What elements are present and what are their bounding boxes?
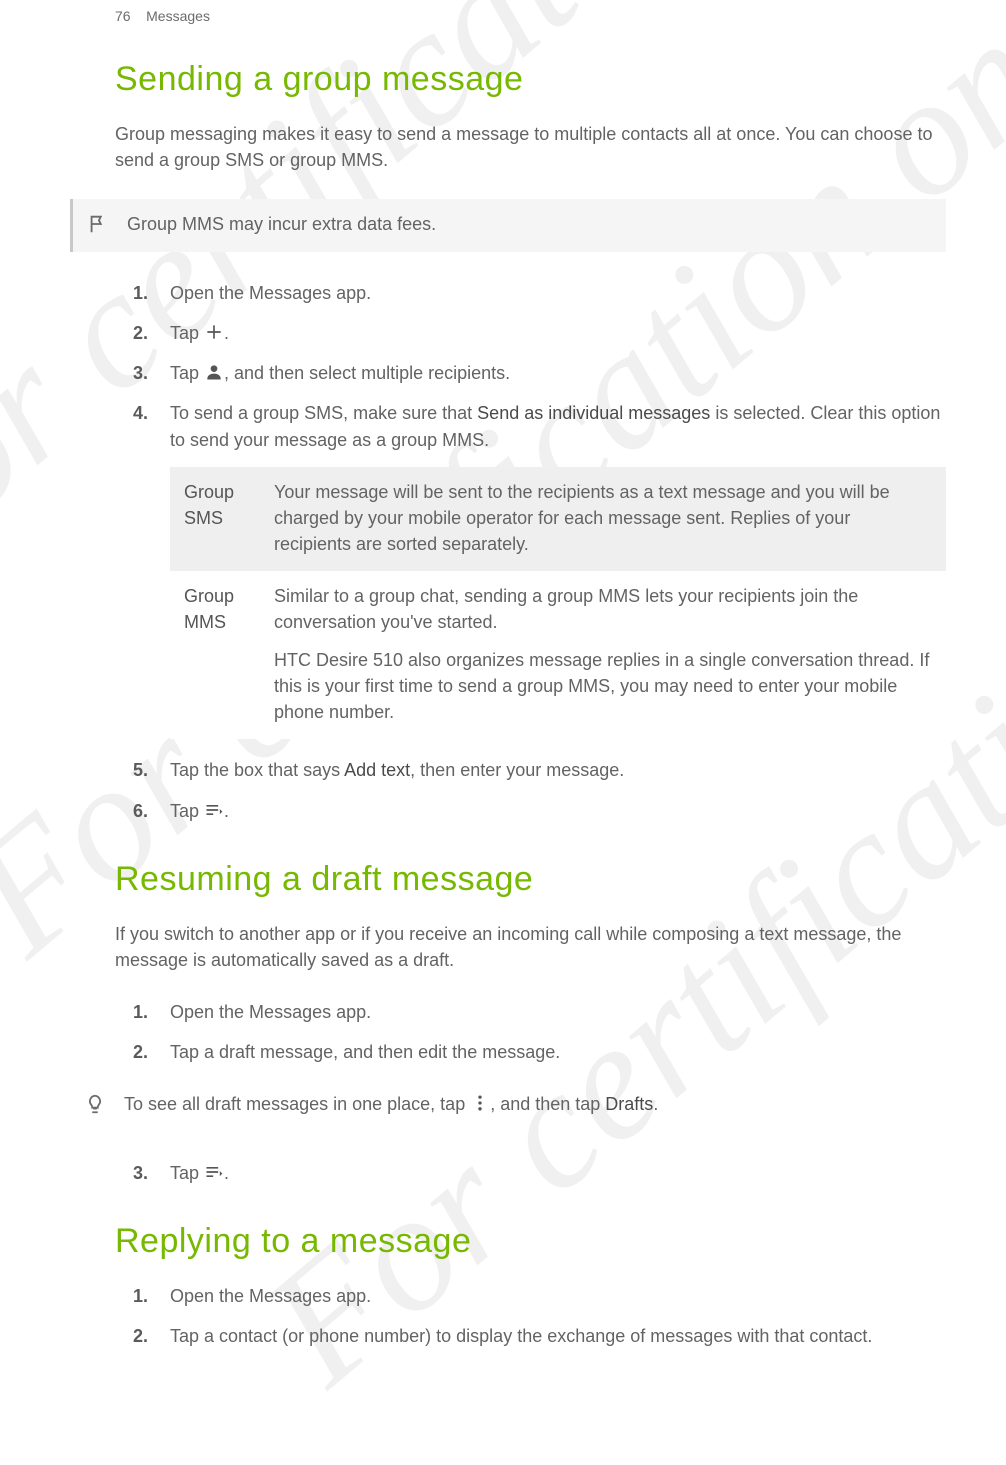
step-1: Open the Messages app. (115, 280, 946, 306)
step-text: Tap the box that says (170, 760, 344, 780)
contact-icon (204, 362, 224, 382)
step-4: To send a group SMS, make sure that Send… (115, 400, 946, 739)
step-text: . (224, 1163, 229, 1183)
steps-resuming-cont: Tap . (115, 1160, 946, 1186)
option-send-individual: Send as individual messages (477, 403, 710, 423)
step-text: Tap (170, 801, 204, 821)
step-text: Tap (170, 363, 204, 383)
step-text: , and then select multiple recipients. (224, 363, 510, 383)
send-icon (204, 1162, 224, 1182)
step-3: Tap , and then select multiple recipient… (115, 360, 946, 386)
cell-text: Your message will be sent to the recipie… (260, 467, 946, 571)
step-text: To send a group SMS, make sure that (170, 403, 477, 423)
step-1: Open the Messages app. (115, 1283, 946, 1309)
tip-part: , and then tap (490, 1094, 605, 1114)
page-header: 76 Messages (115, 0, 946, 48)
step-text: , then enter your message. (410, 760, 624, 780)
page: 76 Messages Sending a group message Grou… (0, 0, 1006, 1403)
label-add-text: Add text (344, 760, 410, 780)
heading-replying: Replying to a message (115, 1222, 946, 1261)
flag-icon (87, 213, 109, 240)
cell-label: Group SMS (170, 467, 260, 571)
tip-part: . (653, 1094, 658, 1114)
plus-icon (204, 322, 224, 342)
callout-text: Group MMS may incur extra data fees. (127, 211, 934, 237)
table-row: Group SMS Your message will be sent to t… (170, 467, 946, 571)
intro-text: Group messaging makes it easy to send a … (115, 121, 946, 173)
steps-replying: Open the Messages app. Tap a contact (or… (115, 1283, 946, 1349)
step-3: Tap . (115, 1160, 946, 1186)
label-drafts: Drafts (605, 1094, 653, 1114)
step-1: Open the Messages app. (115, 999, 946, 1025)
tip-drafts: To see all draft messages in one place, … (70, 1079, 946, 1132)
table-row: Group MMS Similar to a group chat, sendi… (170, 571, 946, 739)
section-name: Messages (146, 8, 210, 24)
cell-para: HTC Desire 510 also organizes message re… (274, 647, 932, 725)
step-5: Tap the box that says Add text, then ent… (115, 757, 946, 783)
heading-resuming-draft: Resuming a draft message (115, 860, 946, 899)
lightbulb-icon (84, 1093, 106, 1120)
step-2: Tap a draft message, and then edit the m… (115, 1039, 946, 1065)
tip-part: To see all draft messages in one place, … (124, 1094, 470, 1114)
heading-sending-group: Sending a group message (115, 60, 946, 99)
callout-data-fees: Group MMS may incur extra data fees. (70, 199, 946, 252)
step-2: Tap . (115, 320, 946, 346)
step-text: . (224, 801, 229, 821)
step-text: Tap (170, 323, 204, 343)
cell-text: Similar to a group chat, sending a group… (260, 571, 946, 739)
cell-para: Similar to a group chat, sending a group… (274, 583, 932, 635)
cell-label: Group MMS (170, 571, 260, 739)
page-number: 76 (115, 8, 131, 24)
overflow-icon (470, 1093, 490, 1113)
tip-text: To see all draft messages in one place, … (124, 1091, 934, 1117)
steps-sending: Open the Messages app. Tap . Tap , and t… (115, 280, 946, 823)
step-text: . (224, 323, 229, 343)
steps-resuming: Open the Messages app. Tap a draft messa… (115, 999, 946, 1065)
send-icon (204, 800, 224, 820)
intro-text: If you switch to another app or if you r… (115, 921, 946, 973)
group-type-table: Group SMS Your message will be sent to t… (170, 467, 946, 740)
step-6: Tap . (115, 798, 946, 824)
step-2: Tap a contact (or phone number) to displ… (115, 1323, 946, 1349)
step-text: Tap (170, 1163, 204, 1183)
